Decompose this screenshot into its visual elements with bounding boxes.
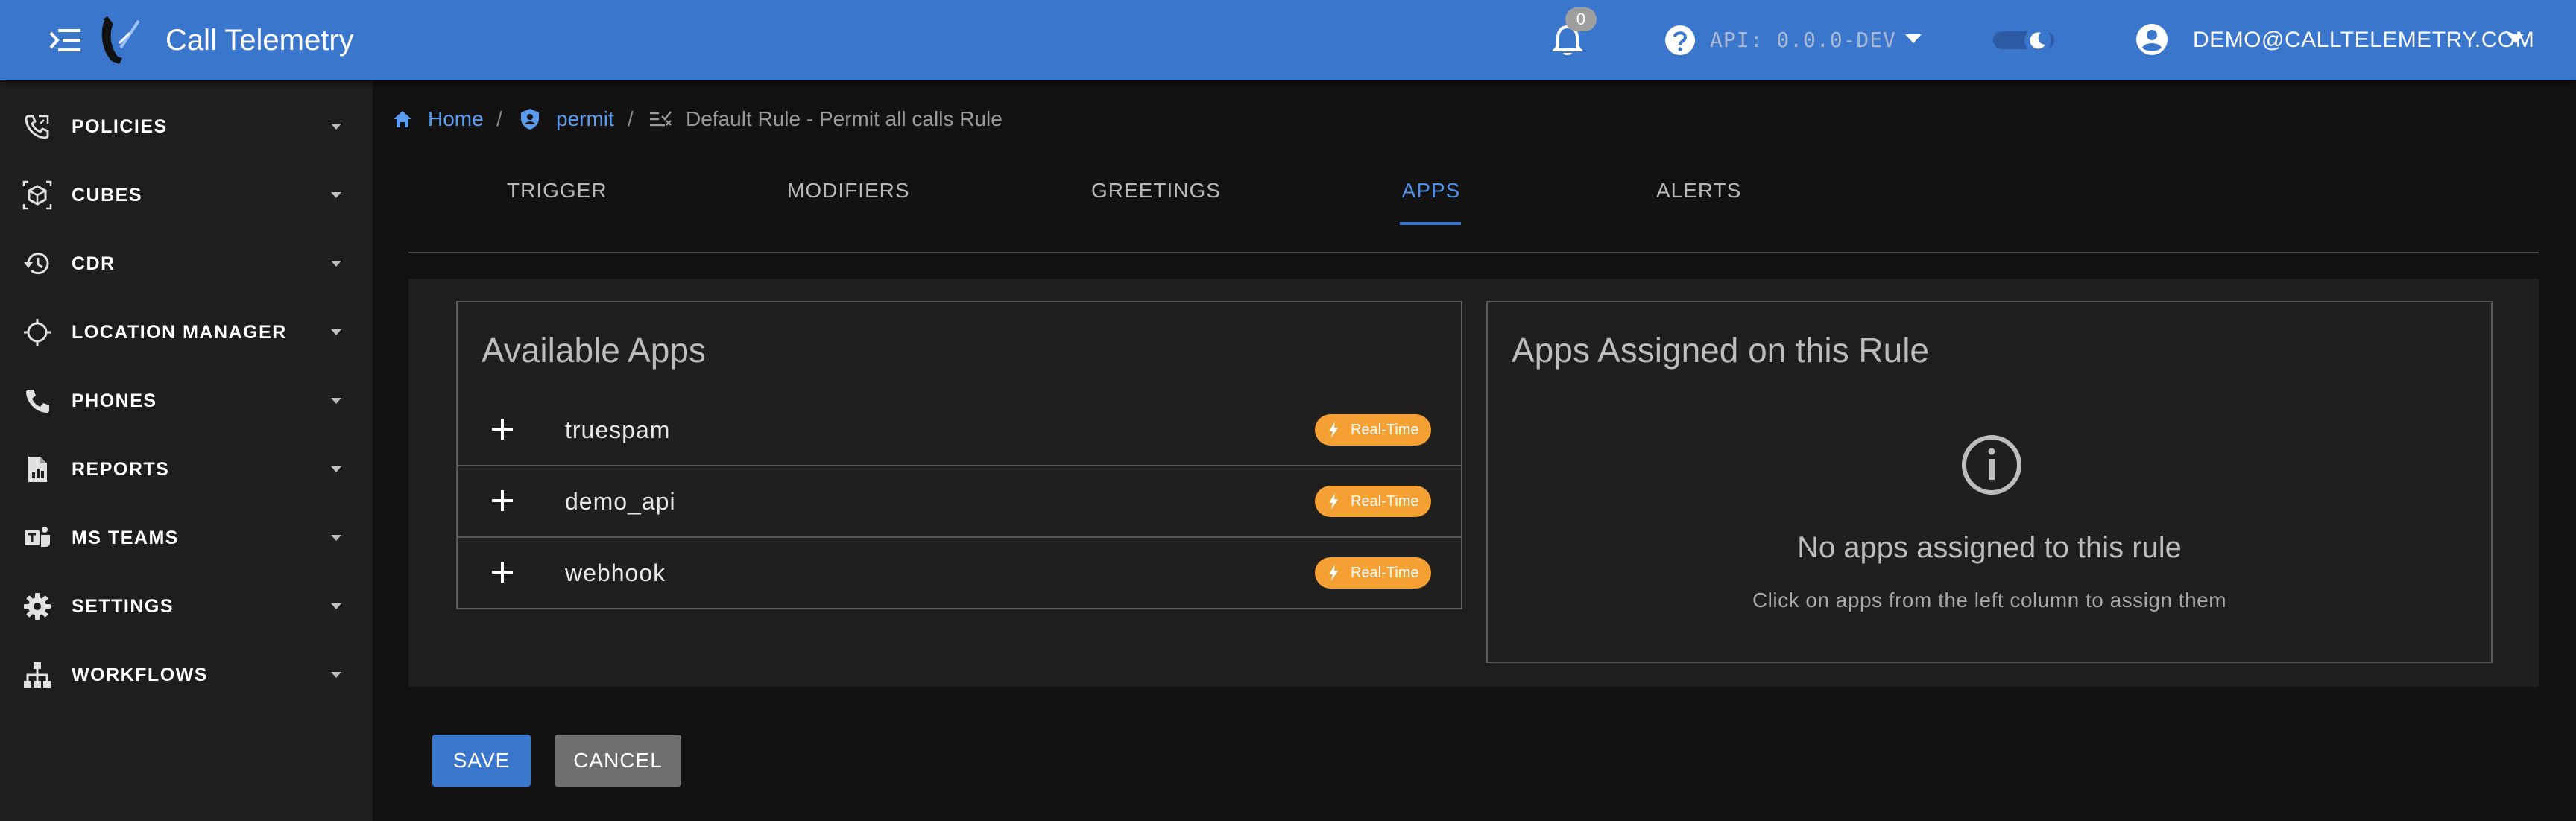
sidebar-item-label: REPORTS [72, 459, 170, 480]
realtime-badge: Real-Time [1315, 486, 1431, 517]
home-icon [394, 111, 411, 127]
empty-state-hint: Click on apps from the left column to as… [1752, 589, 2227, 612]
info-icon [1962, 435, 2021, 495]
chevron-down-icon[interactable] [1905, 34, 1922, 45]
app-name: webhook [565, 560, 666, 586]
menu-toggle-icon[interactable] [49, 24, 83, 57]
app-item-webhook[interactable]: webhook Real-Time [458, 538, 1461, 609]
sidebar-item-ms-teams[interactable]: MS TEAMS [0, 502, 373, 571]
lightning-bolt-icon [1329, 493, 1338, 510]
sidebar-item-location-manager[interactable]: LOCATION MANAGER [0, 297, 373, 365]
assigned-apps-card: Apps Assigned on this Rule No apps assig… [1486, 301, 2493, 663]
app-title: Call Telemetry [165, 24, 354, 57]
plus-icon[interactable] [489, 487, 516, 514]
cube-icon [22, 180, 52, 210]
tab-alerts[interactable]: ALERTS [1656, 176, 1740, 206]
sidebar-item-cdr[interactable]: CDR [0, 228, 373, 297]
lightning-bolt-icon [1329, 422, 1338, 438]
sidebar-item-label: WORKFLOWS [72, 665, 208, 685]
sidebar-item-cubes[interactable]: CUBES [0, 159, 373, 228]
breadcrumb-current: Default Rule - Permit all calls Rule [686, 107, 1003, 130]
user-email-menu[interactable]: DEMO@CALLTELEMETRY.COM [2193, 25, 2534, 55]
chevron-down-icon [331, 398, 341, 404]
tab-trigger[interactable]: TRIGGER [507, 176, 607, 206]
chevron-down-icon [331, 124, 341, 130]
sidebar-item-label: LOCATION MANAGER [72, 322, 287, 343]
app-item-demo-api[interactable]: demo_api Real-Time [458, 466, 1461, 538]
badge-label: Real-Time [1351, 422, 1419, 438]
app-header: Call Telemetry 0 API: 0.0.0-DEV DEMO@CAL… [0, 0, 2576, 80]
lightning-bolt-icon [1329, 565, 1338, 581]
sidebar-item-workflows[interactable]: WORKFLOWS [0, 639, 373, 708]
api-version-selector[interactable]: API: 0.0.0-DEV [1710, 25, 1896, 55]
crosshair-icon [24, 319, 51, 346]
notifications-count-badge: 0 [1565, 7, 1597, 31]
sidebar: POLICIES CUBES CDR LOCATION MANAGER PHON… [0, 80, 373, 821]
report-icon [28, 457, 47, 482]
sidebar-item-label: PHONES [72, 390, 157, 411]
history-icon [24, 253, 49, 275]
chevron-down-icon [331, 192, 341, 198]
chevron-down-icon[interactable] [2507, 34, 2524, 45]
chevron-down-icon [331, 329, 341, 335]
call-telemetry-logo-icon [101, 16, 140, 64]
tab-greetings[interactable]: GREETINGS [1091, 176, 1220, 206]
dark-mode-toggle[interactable] [1992, 25, 2056, 55]
save-button[interactable]: SAVE [432, 735, 531, 787]
plus-icon[interactable] [489, 559, 516, 586]
tabs-divider [408, 252, 2539, 253]
gear-icon [24, 593, 51, 620]
rule-list-icon [650, 111, 672, 127]
sidebar-item-label: POLICIES [72, 116, 168, 137]
sitemap-icon [24, 662, 51, 688]
chevron-down-icon [331, 466, 341, 472]
empty-state-title: No apps assigned to this rule [1797, 531, 2182, 564]
assigned-apps-title: Apps Assigned on this Rule [1512, 331, 1930, 370]
realtime-badge: Real-Time [1315, 414, 1431, 446]
sidebar-item-settings[interactable]: SETTINGS [0, 571, 373, 639]
sidebar-item-policies[interactable]: POLICIES [0, 91, 373, 159]
sidebar-item-reports[interactable]: REPORTS [0, 434, 373, 502]
chevron-down-icon [331, 535, 341, 541]
sidebar-item-label: CUBES [72, 185, 143, 206]
breadcrumb-home-link[interactable]: Home [428, 104, 484, 134]
account-circle-icon[interactable] [2135, 22, 2169, 57]
sidebar-item-label: CDR [72, 253, 116, 274]
breadcrumb-policy-link[interactable]: permit [556, 104, 614, 134]
chevron-down-icon [331, 603, 341, 609]
sidebar-item-label: SETTINGS [72, 596, 174, 617]
app-item-truespam[interactable]: truespam Real-Time [458, 395, 1461, 466]
breadcrumb-separator: / [496, 107, 502, 130]
phone-policy-icon [25, 115, 49, 139]
phone-icon [26, 390, 49, 413]
plus-icon[interactable] [489, 416, 516, 443]
chevron-down-icon [331, 672, 341, 678]
badge-label: Real-Time [1351, 565, 1419, 581]
app-name: truespam [565, 416, 671, 443]
sidebar-item-phones[interactable]: PHONES [0, 365, 373, 434]
active-tab-indicator [1400, 222, 1461, 225]
cancel-button[interactable]: CANCEL [555, 735, 681, 787]
shield-user-icon [521, 109, 539, 130]
breadcrumb-separator: / [628, 107, 634, 130]
realtime-badge: Real-Time [1315, 557, 1431, 589]
app-name: demo_api [565, 488, 676, 515]
badge-label: Real-Time [1351, 493, 1419, 510]
help-icon[interactable] [1664, 24, 1696, 57]
chevron-down-icon [331, 261, 341, 267]
sidebar-item-label: MS TEAMS [72, 527, 179, 548]
tab-apps[interactable]: APPS [1401, 176, 1461, 206]
available-apps-card: Available Apps truespam Real-Time demo_a… [456, 301, 1462, 609]
available-apps-title: Available Apps [482, 331, 706, 370]
teams-icon [25, 527, 50, 547]
tab-modifiers[interactable]: MODIFIERS [787, 176, 909, 206]
